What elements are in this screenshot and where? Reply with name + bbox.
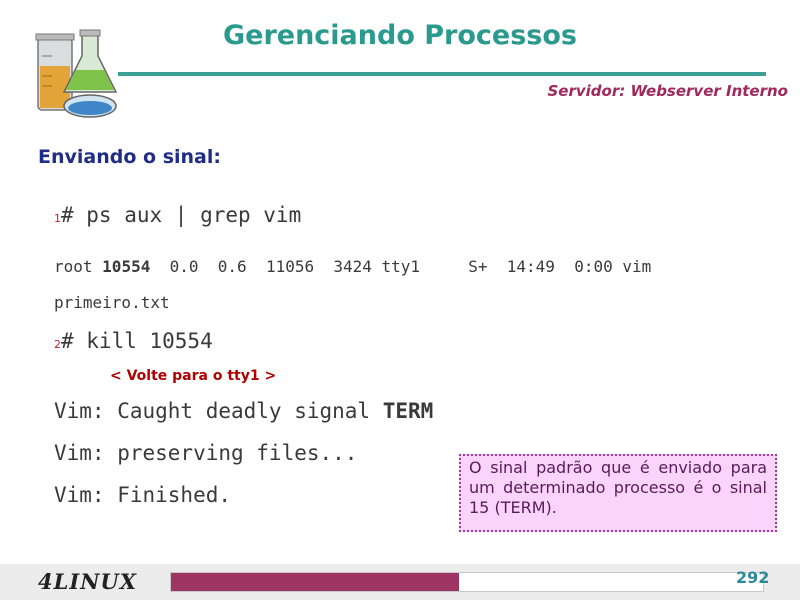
brand-logo: 4LINUX [38, 569, 138, 594]
vim-output-line-2: Vim: preserving files... [54, 441, 358, 465]
vim-output-line-3: Vim: Finished. [54, 483, 232, 507]
slide-progress-bar [170, 572, 764, 592]
step-number-2: 2 [54, 338, 61, 351]
section-heading: Enviando o sinal: [38, 146, 221, 168]
ps-output-line-2: primeiro.txt [54, 293, 170, 312]
command-text-2: # kill 10554 [61, 329, 213, 353]
command-text-1: # ps aux | grep vim [61, 203, 302, 227]
vim-output-line-1: Vim: Caught deadly signal TERM [54, 399, 433, 423]
page-number: 292 [736, 568, 770, 587]
ps-user: root [54, 257, 103, 276]
vim-caught-text: Vim: Caught deadly signal [54, 399, 383, 423]
vim-signal-name: TERM [382, 399, 434, 423]
title-divider [118, 72, 766, 76]
info-callout: O sinal padrão que é enviado para um det… [459, 454, 777, 532]
step-number-1: 1 [54, 212, 61, 225]
ps-rest: 0.0 0.6 11056 3424 tty1 S+ 14:49 0:00 vi… [150, 257, 652, 276]
command-line-2: 2# kill 10554 [54, 329, 213, 353]
tty-note: < Volte para o tty1 > [110, 368, 277, 384]
page-title: Gerenciando Processos [222, 20, 578, 51]
page-subtitle: Servidor: Webserver Interno [547, 82, 788, 100]
ps-pid: 10554 [102, 257, 151, 276]
ps-output-line-1: root 10554 0.0 0.6 11056 3424 tty1 S+ 14… [54, 257, 651, 276]
command-line-1: 1# ps aux | grep vim [54, 203, 301, 227]
slide-progress-fill [171, 573, 459, 591]
